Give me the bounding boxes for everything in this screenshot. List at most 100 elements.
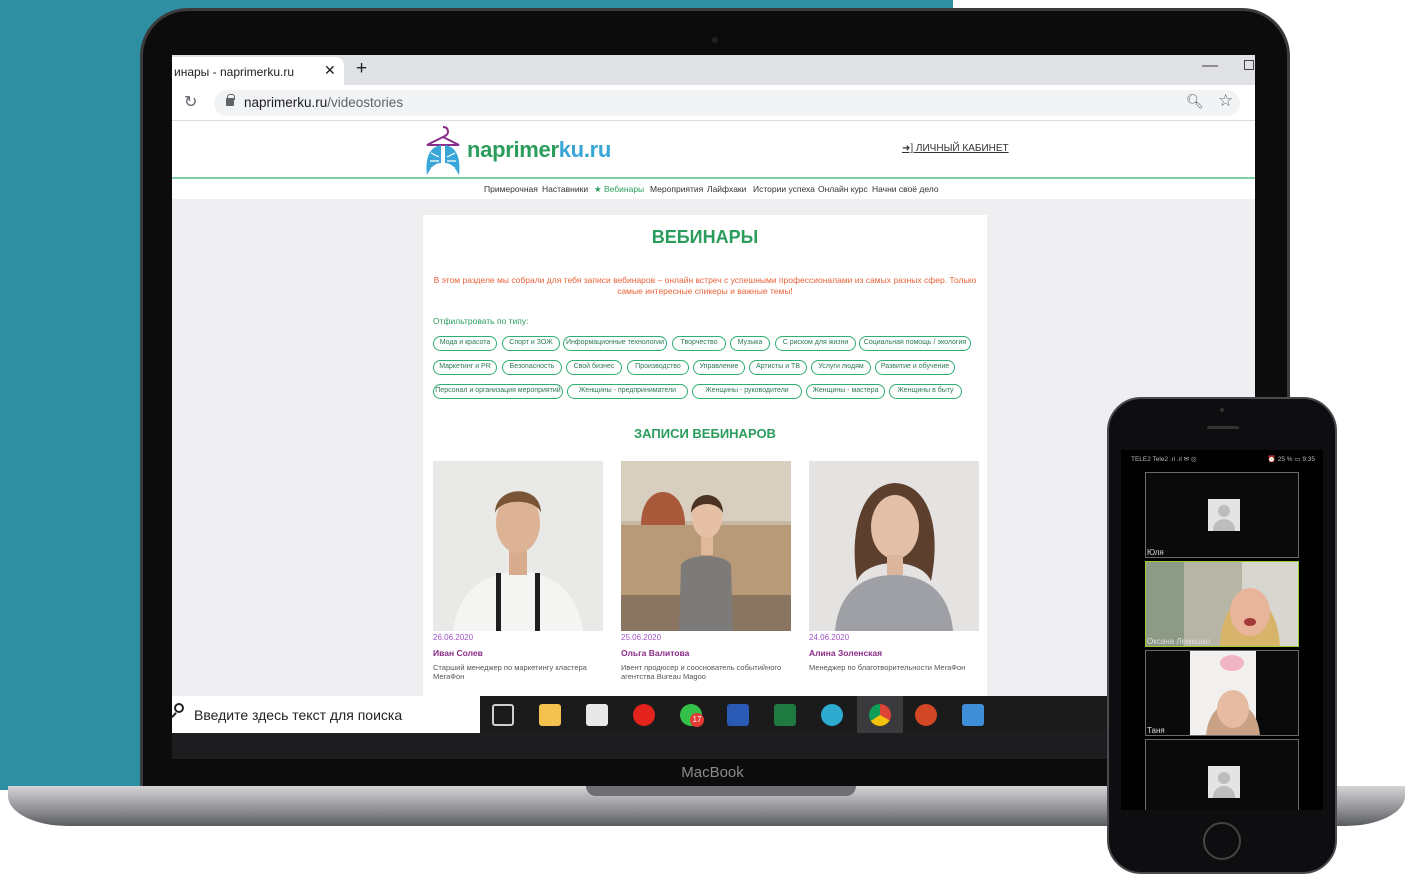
- filter-chip[interactable]: Информационные технологии: [563, 336, 667, 351]
- windows-taskbar: Введите здесь текст для поиска 17: [172, 696, 1255, 733]
- address-bar[interactable]: naprimerku.ru/videostories 🔍︎ ☆: [214, 90, 1240, 116]
- nav-item-lifehacks[interactable]: Лайфхаки: [707, 184, 746, 194]
- page-title: ВЕБИНАРЫ: [651, 227, 759, 247]
- laptop-screen: инары - naprimerku.ru ✕ + — ↻ naprimerku…: [172, 55, 1255, 733]
- speaker-role: Ивент продюсер и сооснователь событийног…: [621, 663, 782, 681]
- search-icon: [174, 703, 184, 713]
- photos-icon[interactable]: [962, 704, 984, 726]
- word-icon[interactable]: [727, 704, 749, 726]
- phone-speaker: [1207, 426, 1239, 429]
- close-tab-icon[interactable]: ✕: [324, 62, 336, 79]
- hanger-wings-logo-icon[interactable]: [421, 123, 465, 177]
- reload-icon[interactable]: ↻: [184, 92, 197, 112]
- participant-name: Юля: [1147, 548, 1164, 557]
- filter-chip[interactable]: Управление: [693, 360, 745, 375]
- file-explorer-icon[interactable]: [539, 704, 561, 726]
- filter-chip[interactable]: С риском для жизни: [775, 336, 856, 351]
- taskbar-search-input[interactable]: Введите здесь текст для поиска: [172, 696, 480, 733]
- filter-chip[interactable]: Творчество: [672, 336, 726, 351]
- participant-name: Таня: [1147, 726, 1165, 735]
- webinar-date: 25.06.2020: [621, 633, 662, 642]
- chrome-icon[interactable]: [869, 704, 891, 726]
- participant-video: [1146, 651, 1298, 735]
- web-page: naprimerku.ru ➜] ЛИЧНЫЙ КАБИНЕТ Примероч…: [172, 121, 1255, 696]
- logo-text-part1: naprimer: [467, 137, 559, 162]
- window-maximize-icon[interactable]: [1244, 60, 1254, 70]
- webinar-date: 26.06.2020: [433, 633, 474, 642]
- filter-chip[interactable]: Музыка: [730, 336, 770, 351]
- status-bar: TELE2 Tele2 .ıl .ıl ✉ ◎ ⏰ 25 % ▭ 9:35: [1131, 455, 1315, 463]
- powerpoint-icon[interactable]: [915, 704, 937, 726]
- opera-icon[interactable]: [633, 704, 655, 726]
- url-text: naprimerku.ru/videostories: [244, 95, 403, 110]
- edge-icon[interactable]: [821, 704, 843, 726]
- speaker-photo[interactable]: [621, 461, 791, 631]
- participant-tile[interactable]: Юля: [1145, 472, 1299, 558]
- webinar-date: 24.06.2020: [809, 633, 850, 642]
- filter-chip[interactable]: Персонал и организация мероприятий: [433, 384, 563, 399]
- laptop-brand: MacBook: [681, 764, 744, 781]
- laptop-notch: [586, 786, 856, 796]
- home-button[interactable]: [1203, 822, 1241, 860]
- nav-item-fitting-room[interactable]: Примерочная: [484, 184, 538, 194]
- filter-chip[interactable]: Социальная помощь / экология: [859, 336, 971, 351]
- speaker-name[interactable]: Ольга Валитова: [621, 648, 689, 658]
- speaker-role: Старший менеджер по маркетингу кластера …: [433, 663, 587, 681]
- filter-chip[interactable]: Свой бизнес: [566, 360, 622, 375]
- speaker-photo[interactable]: [433, 461, 603, 631]
- participant-tile-active[interactable]: Оксана Лемишко: [1145, 561, 1299, 647]
- avatar-placeholder-icon: [1208, 766, 1240, 798]
- excel-icon[interactable]: [774, 704, 796, 726]
- phone-camera: [1220, 408, 1224, 412]
- filter-chip[interactable]: Женщины - мастера: [806, 384, 885, 399]
- nav-item-online-course[interactable]: Онлайн курс: [818, 184, 868, 194]
- browser-toolbar: ↻ naprimerku.ru/videostories 🔍︎ ☆: [172, 85, 1255, 121]
- notification-badge: 17: [690, 713, 704, 727]
- window-minimize-icon[interactable]: —: [1202, 57, 1218, 75]
- store-icon[interactable]: [586, 704, 608, 726]
- participant-tile[interactable]: Таня: [1145, 650, 1299, 736]
- section-title: ЗАПИСИ ВЕБИНАРОВ: [634, 426, 776, 441]
- nav-item-webinars[interactable]: ★ Вебинары: [594, 184, 644, 195]
- lock-icon: [226, 94, 235, 106]
- filter-chip[interactable]: Развитие и обучение: [875, 360, 955, 375]
- participant-tile[interactable]: [1145, 739, 1299, 810]
- bookmark-star-icon[interactable]: ☆: [1218, 91, 1233, 111]
- speaker-photo[interactable]: [809, 461, 979, 631]
- browser-tab[interactable]: инары - naprimerku.ru ✕: [172, 57, 344, 85]
- filter-chip[interactable]: Производство: [627, 360, 689, 375]
- taskbar-search-placeholder: Введите здесь текст для поиска: [194, 707, 403, 723]
- filter-label: Отфильтровать по типу:: [433, 316, 529, 326]
- filter-chip[interactable]: Артисты и ТВ: [749, 360, 807, 375]
- speaker-role: Менеджер по благотворительности МегаФон: [809, 663, 966, 672]
- filter-chip[interactable]: Женщины - предприниматели: [567, 384, 688, 399]
- browser-tab-strip: инары - naprimerku.ru ✕ + —: [172, 55, 1255, 85]
- zoom-icon[interactable]: 🔍︎: [1186, 93, 1204, 110]
- filter-chip[interactable]: Спорт и ЗОЖ: [502, 336, 560, 351]
- nav-item-success-stories[interactable]: Истории успеха: [753, 184, 815, 194]
- site-logo[interactable]: naprimerku.ru: [467, 137, 611, 163]
- webinars-content: ВЕБИНАРЫ В этом разделе мы собрали для т…: [423, 215, 987, 696]
- filter-chip[interactable]: Женщины в быту: [889, 384, 962, 399]
- nav-item-start-business[interactable]: Начни своё дело: [872, 184, 939, 194]
- speaker-name[interactable]: Алина Золенская: [809, 648, 882, 658]
- participant-video: [1146, 562, 1298, 646]
- logo-text-part2: ku.ru: [558, 137, 612, 162]
- filter-chip[interactable]: Услуги людям: [811, 360, 871, 375]
- status-left: TELE2 Tele2 .ıl .ıl ✉ ◎: [1131, 456, 1197, 463]
- intro-text: В этом разделе мы собрали для тебя запис…: [433, 275, 977, 296]
- nav-item-events[interactable]: Мероприятия: [650, 184, 703, 194]
- filter-chip[interactable]: Мода и красота: [433, 336, 497, 351]
- filter-chip[interactable]: Безопасность: [502, 360, 562, 375]
- personal-account-link[interactable]: ➜] ЛИЧНЫЙ КАБИНЕТ: [902, 143, 1009, 154]
- filter-chip[interactable]: Маркетинг и PR: [433, 360, 497, 375]
- tab-title: инары - naprimerku.ru: [174, 65, 294, 79]
- laptop-camera: [712, 37, 718, 43]
- filter-chip[interactable]: Женщины - руководители: [692, 384, 802, 399]
- nav-item-mentors[interactable]: Наставники: [542, 184, 588, 194]
- avatar-placeholder-icon: [1208, 499, 1240, 531]
- task-view-icon[interactable]: [492, 704, 514, 726]
- speaker-name[interactable]: Иван Солев: [433, 648, 483, 658]
- new-tab-icon[interactable]: +: [356, 58, 367, 80]
- site-header: naprimerku.ru ➜] ЛИЧНЫЙ КАБИНЕТ: [172, 121, 1255, 179]
